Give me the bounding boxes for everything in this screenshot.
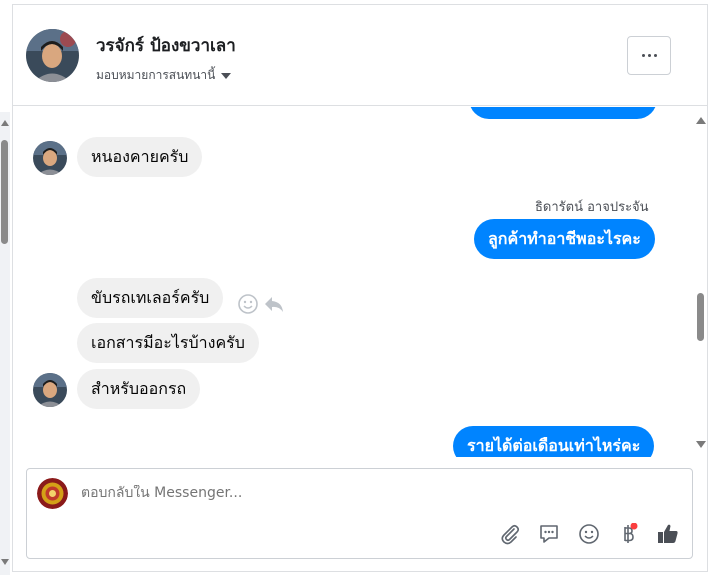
- message-bubble-incoming[interactable]: หนองคายครับ: [77, 137, 203, 177]
- message-bubble-incoming[interactable]: เอกสารมีอะไรบ้างครับ: [77, 323, 259, 363]
- page-scroll-thumb[interactable]: [1, 140, 8, 244]
- contact-name[interactable]: วรจักร์ ป้องขวาเลา: [96, 32, 236, 59]
- message-list-scrollbar[interactable]: [695, 107, 707, 457]
- contact-avatar-small[interactable]: [33, 373, 67, 407]
- more-options-button[interactable]: [627, 36, 671, 75]
- reply-input[interactable]: [81, 485, 481, 501]
- message-bubble-incoming[interactable]: สำหรับออกรถ: [77, 369, 201, 409]
- reply-composer: [26, 468, 693, 559]
- caret-down-icon: [221, 72, 232, 79]
- page-scrollbar[interactable]: [0, 112, 10, 575]
- message-sender-name: ธิดารัตน์ อาจประจัน: [535, 200, 649, 215]
- message-bubble-outgoing[interactable]: ลูกค้าทำอาชีพอะไรคะ: [474, 219, 655, 259]
- page-scroll-up-icon[interactable]: [1, 120, 9, 126]
- contact-avatar-small[interactable]: [33, 141, 67, 175]
- scroll-up-icon[interactable]: [696, 117, 706, 124]
- more-dots-icon: [641, 54, 645, 57]
- message-bubble-outgoing[interactable]: รายได้ต่อเดือนเท่าไหร่คะ: [453, 426, 655, 457]
- assign-conversation-label: มอบหมายการสนทนานี้: [96, 68, 216, 82]
- conversation-header: วรจักร์ ป้องขวาเลา มอบหมายการสนทนานี้: [13, 5, 707, 106]
- conversation-panel: วรจักร์ ป้องขวาเลา มอบหมายการสนทนานี้ หน…: [12, 4, 708, 572]
- page-avatar: [37, 478, 68, 509]
- emoji-icon[interactable]: [576, 521, 602, 547]
- message-bubble-incoming[interactable]: ขับรถเทเลอร์ครับ: [77, 278, 224, 318]
- saved-reply-icon[interactable]: [536, 521, 562, 547]
- paperclip-icon[interactable]: [497, 521, 523, 547]
- message-list[interactable]: หนองคายครับ ธิดารัตน์ อาจประจัน ลูกค้าทำ…: [13, 107, 707, 457]
- contact-avatar[interactable]: [26, 29, 79, 82]
- scroll-thumb[interactable]: [697, 293, 704, 341]
- page-scroll-down-icon[interactable]: [1, 559, 9, 565]
- message-bubble-outgoing-cutoff[interactable]: [469, 107, 657, 119]
- reply-arrow-icon[interactable]: [263, 293, 285, 319]
- baht-payment-icon[interactable]: [615, 521, 641, 547]
- thumbs-up-icon[interactable]: [655, 521, 681, 547]
- assign-conversation-dropdown[interactable]: มอบหมายการสนทนานี้: [96, 66, 232, 85]
- scroll-down-icon[interactable]: [696, 441, 706, 448]
- react-smiley-icon[interactable]: [237, 293, 259, 319]
